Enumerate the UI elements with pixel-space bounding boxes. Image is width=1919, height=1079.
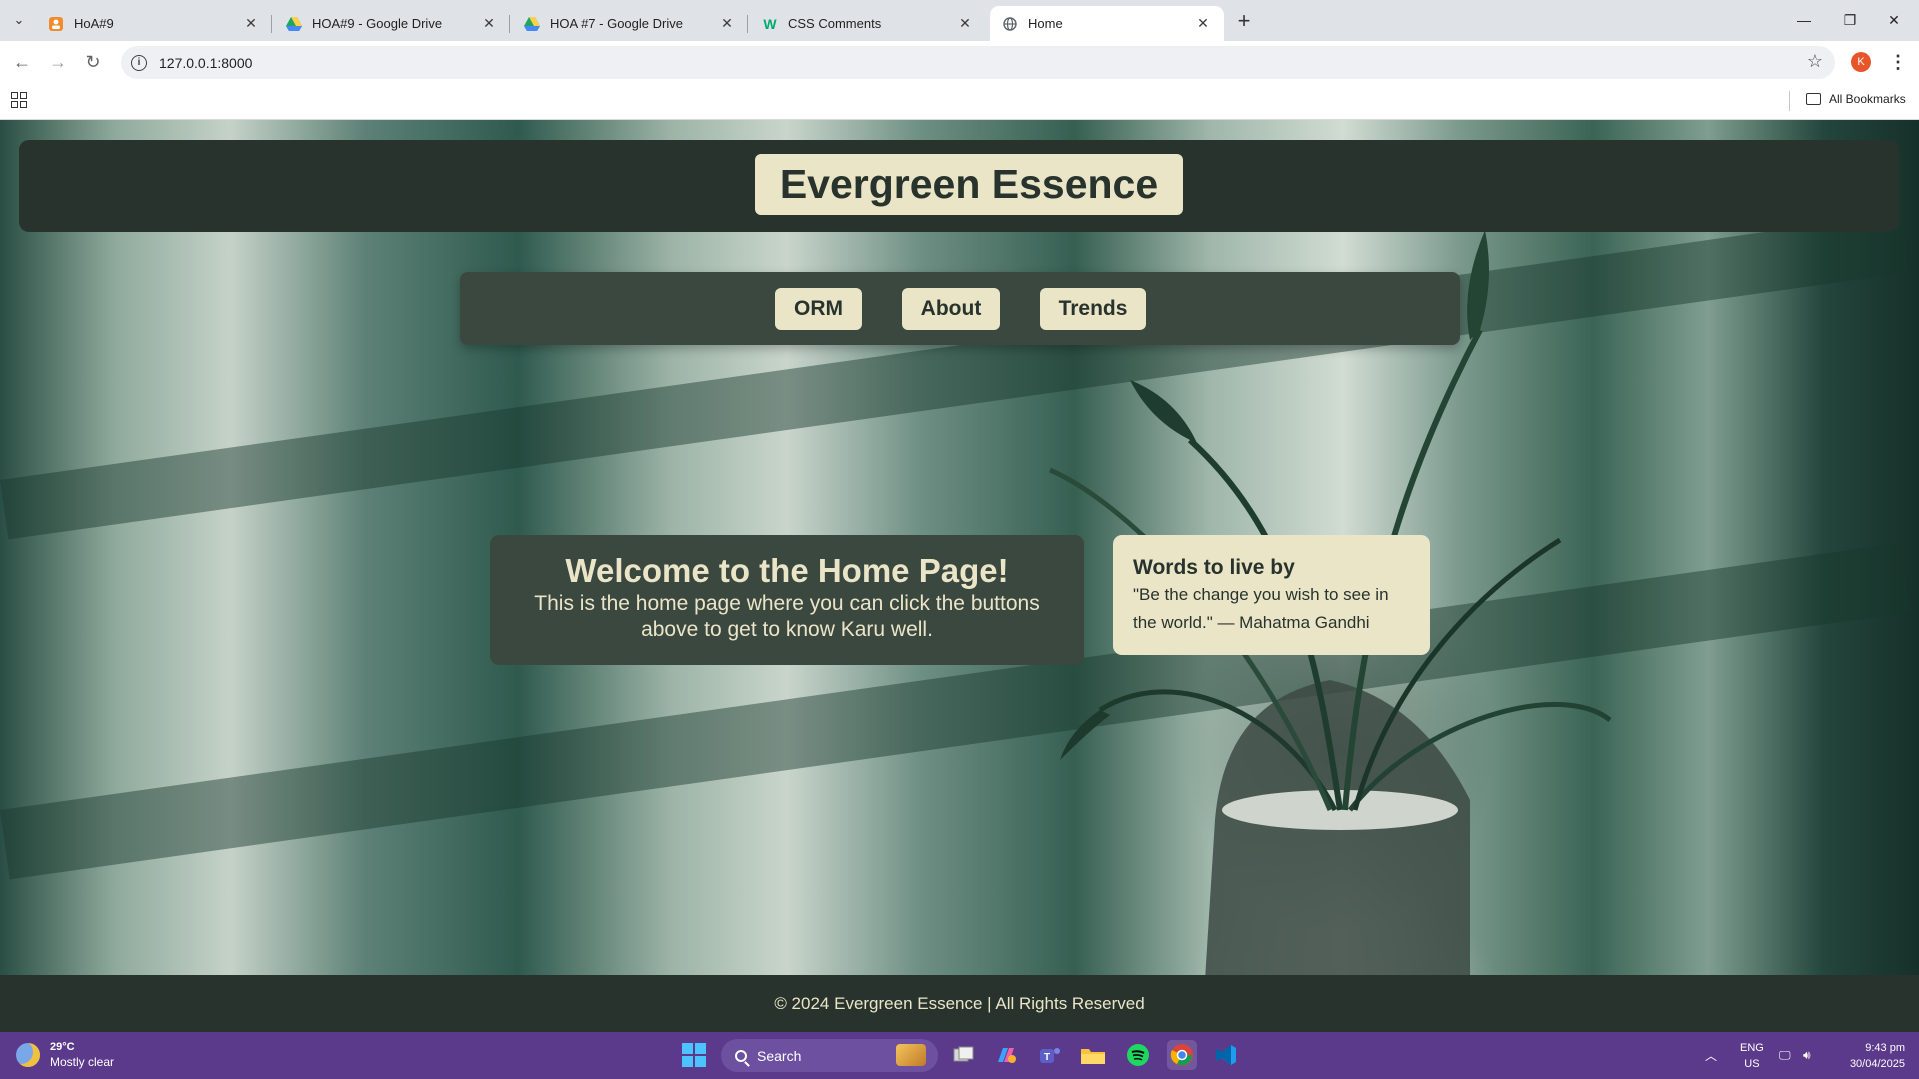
site-footer: © 2024 Evergreen Essence | All Rights Re… <box>0 975 1919 1032</box>
all-bookmarks-label: All Bookmarks <box>1829 92 1906 106</box>
weather-widget[interactable]: 29°C Mostly clear <box>16 1040 114 1070</box>
arrow-left-icon: ← <box>13 51 31 72</box>
nav-orm-button[interactable]: ORM <box>775 288 862 330</box>
tab-hoa9-drive[interactable]: HOA#9 - Google Drive ✕ <box>274 6 510 41</box>
quote-card: Words to live by "Be the change you wish… <box>1113 535 1430 655</box>
teams-button[interactable]: T <box>1035 1040 1065 1070</box>
main-nav: ORM About Trends <box>460 272 1460 345</box>
window-close-button[interactable]: ✕ <box>1872 6 1916 34</box>
tab-css-comments[interactable]: W CSS Comments ✕ <box>750 6 986 41</box>
welcome-card: Welcome to the Home Page! This is the ho… <box>490 535 1084 665</box>
taskbar-search[interactable]: Search <box>721 1039 938 1072</box>
w3schools-icon: W <box>763 15 777 32</box>
chevron-down-icon: ⌄ <box>13 12 25 27</box>
tab-search-button[interactable]: ⌄ <box>8 9 30 31</box>
globe-icon <box>1002 16 1018 32</box>
quote-text: "Be the change you wish to see in the wo… <box>1133 585 1389 632</box>
url-text[interactable]: 127.0.0.1:8000 <box>159 55 252 71</box>
chevron-up-icon: ︿ <box>1705 1049 1718 1063</box>
reload-icon: ↻ <box>85 51 101 72</box>
minimize-button[interactable]: — <box>1782 6 1826 34</box>
google-drive-icon <box>524 16 540 32</box>
tab-hoa9[interactable]: HoA#9 ✕ <box>36 6 272 41</box>
info-icon[interactable]: i <box>131 54 147 71</box>
search-label: Search <box>757 1047 802 1064</box>
volume-icon[interactable]: 🔊︎ <box>1803 1032 1811 1079</box>
tab-title: HOA #7 - Google Drive <box>550 16 683 31</box>
google-drive-icon <box>286 16 302 32</box>
new-tab-button[interactable]: + <box>1232 8 1256 33</box>
tab-hoa7-drive[interactable]: HOA #7 - Google Drive ✕ <box>512 6 748 41</box>
app-orange-icon <box>48 16 64 32</box>
vscode-button[interactable] <box>1211 1040 1241 1070</box>
lang-line1: ENG <box>1740 1042 1764 1054</box>
tab-title: HOA#9 - Google Drive <box>312 16 443 31</box>
chrome-icon <box>1170 1044 1193 1066</box>
task-view-icon <box>953 1046 974 1062</box>
system-clock[interactable]: 9:43 pm 30/04/2025 <box>1850 1040 1905 1072</box>
language-indicator[interactable]: ENG US <box>1740 1040 1764 1072</box>
search-highlight-icon <box>896 1044 926 1066</box>
browser-toolbar: ← → ↻ i 127.0.0.1:8000 ☆ K ⋮ <box>0 41 1919 83</box>
site-header: Evergreen Essence <box>19 140 1899 232</box>
search-icon <box>735 1049 747 1062</box>
windows-logo-icon <box>682 1043 706 1067</box>
site-title: Evergreen Essence <box>755 154 1183 215</box>
close-icon[interactable]: ✕ <box>956 15 974 33</box>
close-icon[interactable]: ✕ <box>718 15 736 33</box>
task-view-button[interactable] <box>949 1040 979 1070</box>
welcome-text: This is the home page where you can clic… <box>534 592 1040 641</box>
start-button[interactable] <box>679 1040 709 1070</box>
network-icon[interactable]: 🖵 <box>1779 1032 1791 1079</box>
arrow-right-icon: → <box>49 51 67 72</box>
weather-temp: 29°C <box>50 1041 75 1053</box>
lang-line2: US <box>1744 1058 1760 1070</box>
folder-icon <box>1081 1049 1105 1064</box>
restore-button[interactable]: ❐ <box>1828 6 1872 34</box>
clock-date: 30/04/2025 <box>1849 1058 1905 1070</box>
profile-avatar[interactable]: K <box>1851 52 1871 72</box>
tab-title: HoA#9 <box>74 16 114 31</box>
reload-button[interactable]: ↻ <box>81 50 105 74</box>
welcome-heading: Welcome to the Home Page! <box>565 552 1009 589</box>
nav-about-button[interactable]: About <box>902 288 1000 330</box>
close-icon[interactable]: ✕ <box>480 15 498 33</box>
close-icon[interactable]: ✕ <box>1194 15 1212 33</box>
bookmark-star-icon[interactable]: ☆ <box>1807 51 1823 72</box>
address-bar[interactable]: i 127.0.0.1:8000 ☆ <box>121 46 1835 79</box>
copilot-icon <box>998 1048 1016 1063</box>
forward-button[interactable]: → <box>46 50 70 74</box>
page-viewport: Evergreen Essence ORM About Trends Welco… <box>0 120 1919 1032</box>
spotify-icon <box>1127 1044 1149 1066</box>
tab-title: CSS Comments <box>788 16 882 31</box>
back-button[interactable]: ← <box>10 50 34 74</box>
taskbar: 29°C Mostly clear Search T ︿ ENG US 🖵 🔊︎… <box>0 1032 1919 1079</box>
svg-text:T: T <box>1044 1052 1050 1063</box>
chrome-button[interactable] <box>1167 1040 1197 1070</box>
spotify-button[interactable] <box>1123 1040 1153 1070</box>
divider <box>1789 91 1790 111</box>
vscode-icon <box>1216 1045 1236 1065</box>
quote-heading: Words to live by <box>1133 556 1295 579</box>
bookmarks-bar: All Bookmarks <box>0 83 1919 120</box>
weather-moon-icon <box>16 1043 40 1067</box>
tab-title: Home <box>1028 16 1063 31</box>
weather-condition: Mostly clear <box>50 1055 115 1069</box>
tab-home[interactable]: Home ✕ <box>990 6 1224 41</box>
copilot-button[interactable] <box>991 1040 1021 1070</box>
all-bookmarks-button[interactable]: All Bookmarks <box>1806 92 1906 106</box>
teams-icon: T <box>1040 1048 1060 1063</box>
clock-time: 9:43 pm <box>1865 1042 1905 1054</box>
browser-menu-button[interactable]: ⋮ <box>1888 51 1908 73</box>
folder-icon <box>1806 93 1821 105</box>
footer-text: © 2024 Evergreen Essence | All Rights Re… <box>774 993 1145 1013</box>
nav-trends-button[interactable]: Trends <box>1040 288 1146 330</box>
apps-grid-icon[interactable] <box>11 92 27 108</box>
close-icon[interactable]: ✕ <box>242 15 260 33</box>
show-hidden-icons-button[interactable]: ︿ <box>1705 1032 1717 1079</box>
file-explorer-button[interactable] <box>1078 1040 1108 1070</box>
tab-strip: ⌄ HoA#9 ✕ HOA#9 - Google Drive ✕ HOA #7 … <box>0 0 1919 41</box>
